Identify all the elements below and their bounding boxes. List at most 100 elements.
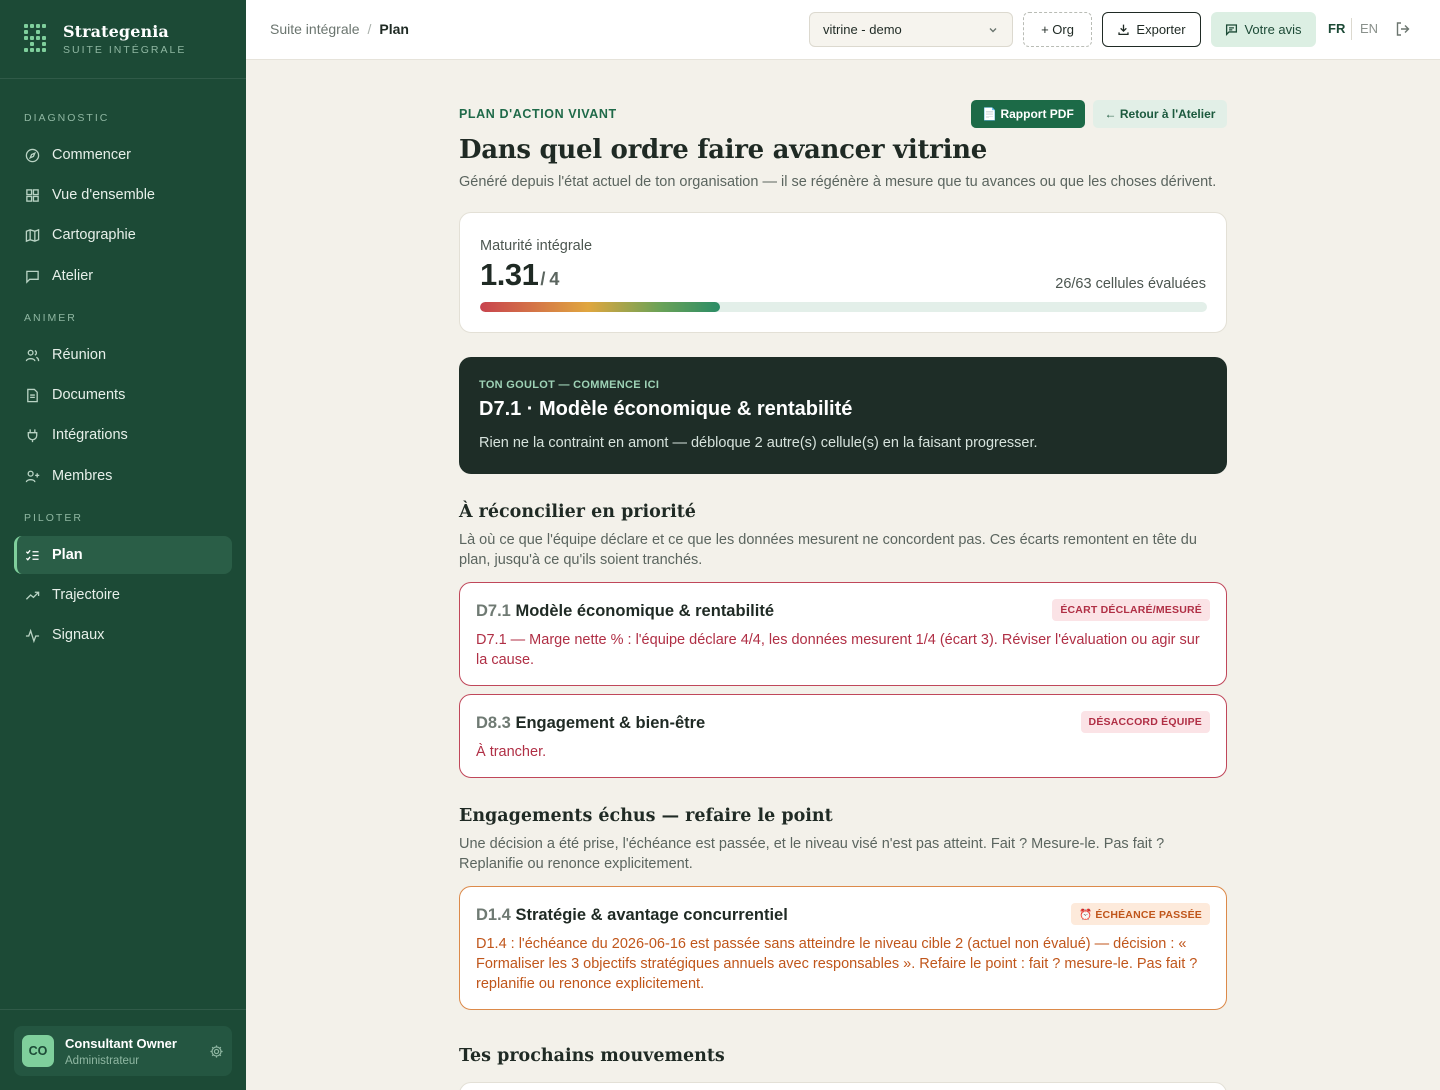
grid-icon: [24, 187, 40, 203]
overdue-description: Une décision a été prise, l'échéance est…: [459, 836, 1165, 872]
activity-icon: [24, 627, 40, 643]
nav-section-piloter: PILOTER: [24, 512, 83, 524]
sidebar-item-label: Signaux: [52, 627, 105, 643]
sidebar-item-vue-ensemble[interactable]: Vue d'ensemble: [14, 176, 232, 214]
user-card[interactable]: CO Consultant Owner Administrateur: [14, 1026, 232, 1076]
sidebar-item-label: Réunion: [52, 347, 107, 363]
cell-name: Engagement & bien-être: [515, 714, 706, 732]
sidebar-item-trajectoire[interactable]: Trajectoire: [14, 576, 232, 614]
page-eyebrow: PLAN D'ACTION VIVANT: [459, 107, 617, 121]
sidebar-item-label: Vue d'ensemble: [52, 187, 155, 203]
sidebar-item-label: Trajectoire: [52, 587, 120, 603]
avatar: CO: [22, 1035, 54, 1067]
sidebar-item-plan[interactable]: Plan: [14, 536, 232, 574]
sidebar-item-label: Plan: [52, 547, 83, 563]
card-body: D1.4 : l'échéance du 2026-06-16 est pass…: [476, 936, 1198, 992]
brand[interactable]: Strategenia SUITE INTÉGRALE: [0, 0, 246, 79]
sidebar-item-cartographie[interactable]: Cartographie: [14, 216, 232, 254]
overdue-card[interactable]: D1.4 Stratégie & avantage concurrentiel …: [459, 886, 1227, 1010]
page-subtitle: Généré depuis l'état actuel de ton organ…: [459, 174, 1217, 190]
sidebar-item-commencer[interactable]: Commencer: [14, 136, 232, 174]
message-square-icon: [1225, 23, 1238, 36]
brand-logo-icon: [24, 24, 48, 54]
sidebar-item-label: Membres: [52, 468, 113, 484]
breadcrumb: Suite intégrale / Plan: [270, 21, 409, 37]
add-org-button[interactable]: + Org: [1023, 12, 1092, 47]
plug-icon: [24, 427, 40, 443]
maturity-progress-bar: [480, 302, 1207, 312]
nav-section-diagnostic: DIAGNOSTIC: [24, 112, 110, 124]
user-role: Administrateur: [65, 1054, 140, 1067]
sidebar-item-membres[interactable]: Membres: [14, 457, 232, 495]
cell-code-text: D7.1: [476, 602, 511, 620]
file-icon: [24, 387, 40, 403]
status-badge: ÉCART DÉCLARÉ/MESURÉ: [1052, 599, 1210, 621]
sidebar-item-integrations[interactable]: Intégrations: [14, 416, 232, 454]
page-title: Dans quel ordre faire avancer vitrine: [459, 135, 987, 165]
bottleneck-description: Rien ne la contraint en amont — débloque…: [479, 435, 1038, 451]
sidebar-divider: [0, 1009, 246, 1010]
breadcrumb-item-suite[interactable]: Suite intégrale: [270, 21, 360, 37]
trending-up-icon: [24, 587, 40, 603]
cell-code: D1.4 Stratégie & avantage concurrentiel: [476, 906, 788, 925]
sidebar-item-label: Intégrations: [52, 427, 128, 443]
sidebar-item-reunion[interactable]: Réunion: [14, 336, 232, 374]
cell-code: D8.3 Engagement & bien-être: [476, 714, 705, 733]
maturity-label: Maturité intégrale: [480, 238, 593, 254]
pdf-report-button[interactable]: 📄 Rapport PDF: [971, 100, 1085, 128]
breadcrumb-separator: /: [367, 21, 372, 37]
card-body: À trancher.: [476, 744, 547, 760]
user-plus-icon: [24, 468, 40, 484]
gear-icon[interactable]: [209, 1044, 224, 1059]
next-moves-card[interactable]: [459, 1082, 1227, 1090]
lang-en[interactable]: EN: [1360, 21, 1378, 36]
cell-code: D7.1 Modèle économique & rentabilité: [476, 602, 774, 621]
back-to-atelier-button[interactable]: ← Retour à l'Atelier: [1093, 100, 1227, 128]
sidebar-item-label: Commencer: [52, 147, 131, 163]
sidebar-item-label: Documents: [52, 387, 126, 403]
export-button[interactable]: Exporter: [1102, 12, 1201, 47]
status-badge: ⏰ ÉCHÉANCE PASSÉE: [1070, 903, 1210, 925]
org-select[interactable]: vitrine - demo: [809, 12, 1013, 47]
bottleneck-card[interactable]: TON GOULOT — COMMENCE ICI D7.1 · Modèle …: [459, 357, 1227, 474]
message-square-icon: [24, 268, 40, 284]
maturity-cells: 26/63 cellules évaluées: [1055, 276, 1206, 292]
sidebar-item-documents[interactable]: Documents: [14, 376, 232, 414]
export-label: Exporter: [1136, 22, 1186, 37]
sidebar-item-label: Atelier: [52, 268, 94, 284]
sidebar-item-atelier[interactable]: Atelier: [14, 257, 232, 295]
bottleneck-title: D7.1 · Modèle économique & rentabilité: [479, 398, 853, 420]
reconcile-title: À réconcilier en priorité: [459, 502, 696, 522]
chevron-down-icon: [987, 24, 999, 36]
topbar: Suite intégrale / Plan vitrine - demo + Or…: [246, 0, 1440, 60]
brand-subtitle: SUITE INTÉGRALE: [63, 44, 187, 56]
maturity-progress-fill: [480, 302, 720, 312]
maturity-value: 1.31/ 4: [480, 257, 559, 293]
reconcile-card[interactable]: D7.1 Modèle économique & rentabilité ÉCA…: [459, 582, 1227, 686]
reconcile-card[interactable]: D8.3 Engagement & bien-être DÉSACCORD ÉQ…: [459, 694, 1227, 778]
cell-name: Stratégie & avantage concurrentiel: [515, 906, 788, 924]
lang-fr[interactable]: FR: [1328, 21, 1345, 36]
next-moves-title: Tes prochains mouvements: [459, 1046, 725, 1066]
cell-name: Modèle économique & rentabilité: [515, 602, 774, 620]
logout-icon[interactable]: [1395, 21, 1411, 37]
status-badge: DÉSACCORD ÉQUIPE: [1080, 711, 1210, 733]
card-body: D7.1 — Marge nette % : l'équipe déclare …: [476, 632, 1200, 668]
sidebar-item-signaux[interactable]: Signaux: [14, 616, 232, 654]
overdue-title: Engagements échus — refaire le point: [459, 806, 833, 826]
feedback-label: Votre avis: [1244, 22, 1302, 37]
download-icon: [1117, 23, 1130, 36]
org-select-value: vitrine - demo: [823, 22, 902, 37]
sidebar-item-label: Cartographie: [52, 227, 136, 243]
cell-code-text: D1.4: [476, 906, 511, 924]
breadcrumb-item-current: Plan: [379, 21, 409, 37]
sidebar: Strategenia SUITE INTÉGRALE DIAGNOSTIC C…: [0, 0, 246, 1090]
list-checks-icon: [24, 547, 40, 563]
cell-code-text: D8.3: [476, 714, 511, 732]
feedback-button[interactable]: Votre avis: [1211, 12, 1316, 47]
compass-icon: [24, 147, 40, 163]
brand-name: Strategenia: [63, 22, 169, 41]
maturity-max: / 4: [540, 269, 559, 289]
user-name: Consultant Owner: [65, 1035, 177, 1051]
reconcile-description: Là où ce que l'équipe déclare et ce que …: [459, 532, 1197, 568]
